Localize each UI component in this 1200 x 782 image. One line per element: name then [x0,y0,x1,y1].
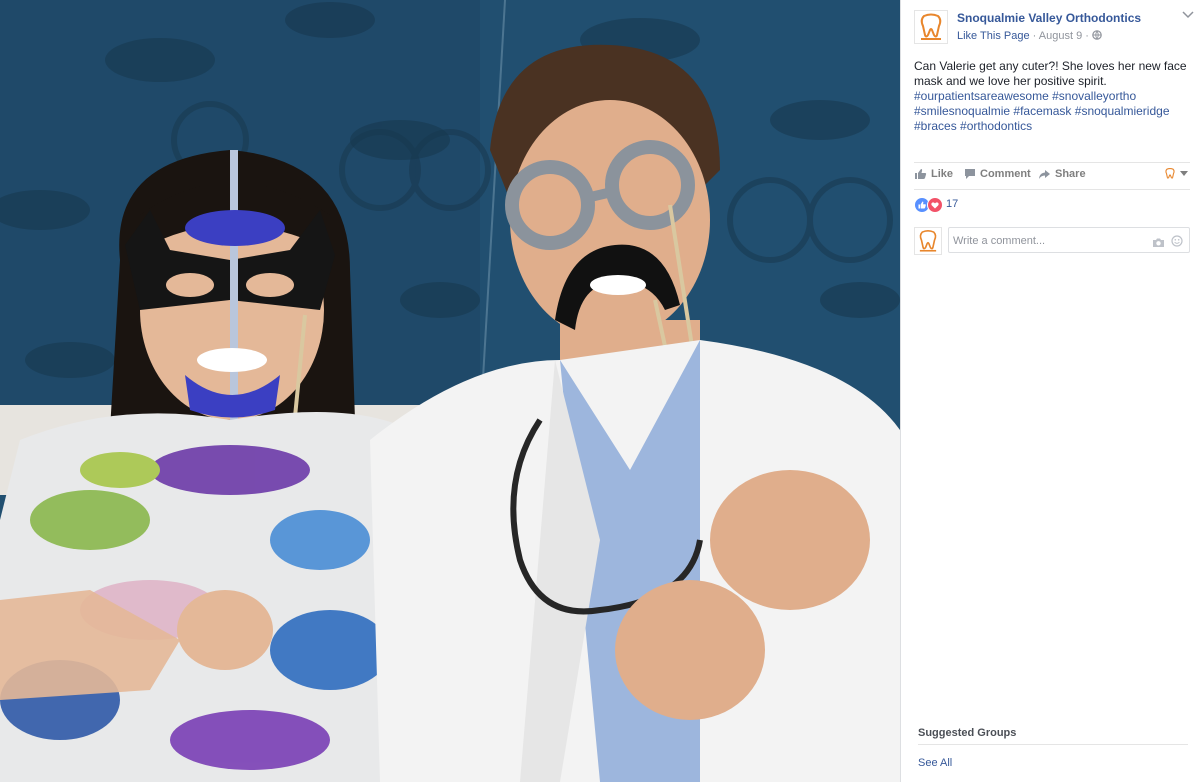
tooth-logo-icon [1165,167,1175,179]
like-button[interactable]: Like [914,168,953,180]
comment-box [948,227,1190,253]
hashtag-link[interactable]: #smilesnoqualmie [914,104,1010,118]
page-name-link[interactable]: Snoqualmie Valley Orthodontics [957,11,1141,25]
share-label: Share [1055,168,1086,180]
caret-down-icon [1180,171,1188,176]
commenter-avatar [914,227,942,255]
reaction-count: 17 [946,198,959,210]
post-photo[interactable] [0,0,900,782]
emoji-icon[interactable] [1171,234,1183,252]
like-label: Like [931,168,954,180]
globe-icon[interactable] [1092,30,1102,40]
see-all-link[interactable]: See All [918,757,952,769]
hashtag-link[interactable]: #snoqualmieridge [1075,104,1170,118]
comment-label: Comment [980,168,1031,180]
post-action-bar: Like Comment Share [914,162,1190,190]
post-meta: Like This Page · August 9 · [957,30,1102,42]
page-logo[interactable] [914,10,948,44]
post-options-chevron-icon[interactable] [1182,10,1194,22]
suggested-groups-heading: Suggested Groups [918,727,1017,739]
meta-separator-2: · [1085,30,1089,42]
hashtag-link[interactable]: #orthodontics [960,119,1032,133]
divider [918,744,1188,745]
hashtag-link[interactable]: #snovalleyortho [1052,89,1136,103]
meta-separator: · [1032,30,1037,42]
hashtag-link[interactable]: #ourpatientsareawesome [914,89,1049,103]
love-reaction-icon [927,197,943,213]
comment-button[interactable]: Comment [964,168,1031,180]
tooth-logo-icon [919,230,937,252]
photo-illustration [0,0,900,782]
post-header: Snoqualmie Valley Orthodontics Like This… [914,10,1194,46]
hashtag-link[interactable]: #braces [914,119,957,133]
share-button[interactable]: Share [1038,168,1086,180]
camera-icon[interactable] [1152,235,1165,253]
hashtag-link[interactable]: #facemask [1013,104,1071,118]
comment-icon [965,169,975,180]
tooth-logo-icon [920,13,942,40]
post-side-panel: Snoqualmie Valley Orthodontics Like This… [900,0,1200,782]
post-date[interactable]: August 9 [1039,30,1082,42]
comment-input[interactable] [951,230,1145,252]
caption-text: Can Valerie get any cuter?! She loves he… [914,59,1187,88]
post-as-selector[interactable] [1163,167,1188,181]
comment-composer [914,225,1190,255]
like-page-link[interactable]: Like This Page [957,30,1030,42]
thumbs-up-icon [915,169,927,180]
post-caption: Can Valerie get any cuter?! She loves he… [914,59,1190,134]
share-arrow-icon [1039,169,1050,179]
